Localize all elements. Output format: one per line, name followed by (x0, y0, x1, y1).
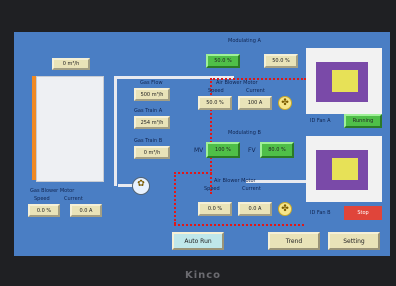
air-blower-a-speed-label: Speed (208, 88, 224, 94)
modulating-a-fv-value[interactable]: 50.0 % (264, 54, 298, 68)
id-fan-a-running-button[interactable]: Running (344, 114, 382, 128)
hmi-screen: 0 m³/h Gas Blower Motor Speed Current 0.… (14, 32, 390, 256)
flow-line-down (174, 172, 176, 224)
air-blower-a-fan-icon[interactable]: ✤ (278, 96, 292, 110)
auto-run-button[interactable]: Auto Run (172, 232, 224, 250)
storage-tank (36, 76, 104, 182)
gas-blower-speed-value[interactable]: 0.0 % (28, 204, 60, 217)
air-blower-a-speed-value[interactable]: 50.0 % (198, 96, 232, 110)
modulating-b-mv-label: MV (194, 147, 204, 154)
gas-train-b-label: Gas Train B (134, 138, 163, 144)
air-blower-a-title: Air Blower Motor (216, 80, 258, 86)
furnace-b-flame (332, 158, 358, 180)
modulating-b-fv-value[interactable]: 80.0 % (260, 142, 294, 158)
modulating-b-title: Modulating B (228, 130, 261, 136)
trend-button[interactable]: Trend (268, 232, 320, 250)
air-blower-b-fan-icon[interactable]: ✤ (278, 202, 292, 216)
id-fan-b-label: ID Fan B (310, 210, 331, 216)
pipe-vertical-left (114, 76, 117, 186)
brand-logo: Kinco (184, 270, 222, 281)
furnace-b-panel (306, 136, 382, 202)
gas-flow-label: Gas Flow (140, 80, 163, 86)
tank-level-bar (32, 76, 36, 180)
air-blower-b-current-label: Current (242, 186, 261, 192)
id-fan-a-label: ID Fan A (310, 118, 331, 124)
air-blower-b-current-value[interactable]: 0.0 A (238, 202, 272, 216)
top-flow-value[interactable]: 0 m³/h (52, 58, 90, 70)
air-blower-b-speed-value[interactable]: 0.0 % (198, 202, 232, 216)
modulating-a-title: Modulating A (228, 38, 261, 44)
gas-blower-speed-label: Speed (34, 196, 50, 202)
gas-train-b-value[interactable]: 0 m³/h (134, 146, 170, 159)
air-blower-b-title: Air Blower Motor (214, 178, 256, 184)
gas-blower-title: Gas Blower Motor (30, 188, 75, 194)
setting-button[interactable]: Setting (328, 232, 380, 250)
gas-blower-current-label: Current (64, 196, 83, 202)
gas-flow-value[interactable]: 500 m³/h (134, 88, 170, 101)
air-blower-a-current-value[interactable]: 100 A (238, 96, 272, 110)
gas-train-a-value[interactable]: 254 m³/h (134, 116, 170, 129)
flow-line-bottom (174, 224, 304, 226)
modulating-b-fv-label: FV (248, 147, 256, 154)
flow-line-middle (174, 172, 212, 174)
gas-blower-current-value[interactable]: 0.0 A (70, 204, 102, 217)
furnace-a-flame (332, 70, 358, 92)
modulating-b-mv-value[interactable]: 100 % (206, 142, 240, 158)
furnace-a-panel (306, 48, 382, 114)
id-fan-b-stop-button[interactable]: Stop (344, 206, 382, 220)
air-blower-a-current-label: Current (246, 88, 265, 94)
gas-train-a-label: Gas Train A (134, 108, 163, 114)
air-blower-b-speed-label: Speed (204, 186, 220, 192)
modulating-a-mv-value[interactable]: 50.0 % (206, 54, 240, 68)
gas-valve-icon[interactable]: ✿ (132, 177, 150, 195)
